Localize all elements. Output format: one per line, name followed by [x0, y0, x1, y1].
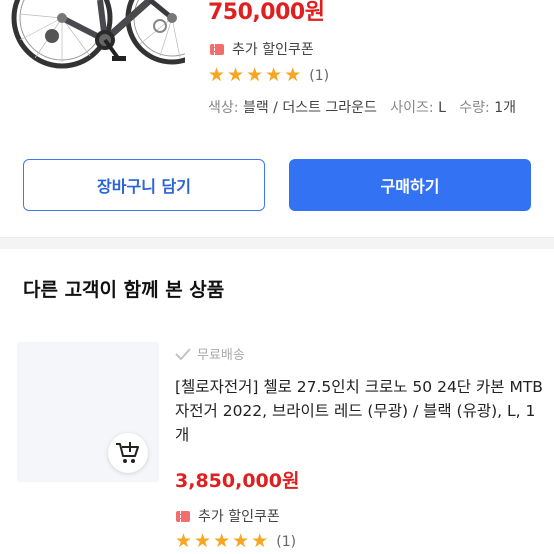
option-color-label: 색상: [208, 100, 239, 116]
star-icon: ★ [175, 530, 193, 552]
add-to-cart-button[interactable]: 장바구니 담기 [23, 159, 265, 211]
add-to-cart-icon-button[interactable] [108, 433, 148, 473]
star-icon: ★ [284, 64, 302, 86]
option-qty-label: 수량: [459, 100, 490, 116]
coupon-text: 추가 할인쿠폰 [198, 509, 280, 525]
product-rating[interactable]: ★ ★ ★ ★ ★ (1) [208, 66, 329, 85]
recommended-coupon-badge: 추가 할인쿠폰 [176, 506, 280, 526]
check-icon [175, 347, 191, 360]
star-icon: ★ [213, 530, 231, 552]
option-color-value: 블랙 / 더스트 그라운드 [242, 100, 377, 116]
free-shipping-badge: 무료배송 [175, 344, 245, 363]
coupon-icon [210, 43, 224, 55]
star-icon: ★ [265, 64, 283, 86]
option-size-label: 사이즈: [390, 100, 434, 116]
recommended-item-rating[interactable]: ★ ★ ★ ★ ★ (1) [175, 532, 296, 551]
star-icon: ★ [194, 530, 212, 552]
product-price: 750,000원 [208, 0, 325, 25]
star-icon: ★ [251, 530, 269, 552]
rating-count: (1) [276, 533, 297, 550]
rating-count: (1) [309, 67, 330, 84]
star-icon: ★ [232, 530, 250, 552]
option-size-value: L [438, 100, 446, 116]
coupon-icon [176, 510, 190, 522]
option-qty-value: 1개 [494, 100, 517, 116]
star-icon: ★ [208, 64, 226, 86]
buy-now-button[interactable]: 구매하기 [289, 159, 531, 211]
recommended-item-price: 3,850,000원 [175, 470, 300, 492]
product-image-bicycle [0, 0, 185, 72]
shipping-text: 무료배송 [197, 348, 245, 363]
recommended-item-title[interactable]: [첼로자전거] 첼로 27.5인치 크로노 50 24단 카본 MTB 자전거 … [175, 375, 545, 447]
cart-plus-icon [116, 442, 139, 463]
section-divider [0, 237, 554, 249]
coupon-text: 추가 할인쿠폰 [232, 42, 314, 58]
selected-options: 색상: 블랙 / 더스트 그라운드 사이즈: L 수량: 1개 [208, 97, 538, 119]
star-icon: ★ [227, 64, 245, 86]
star-icon: ★ [246, 64, 264, 86]
section-title: 다른 고객이 함께 본 상품 [23, 279, 225, 301]
coupon-badge: 추가 할인쿠폰 [210, 39, 314, 59]
